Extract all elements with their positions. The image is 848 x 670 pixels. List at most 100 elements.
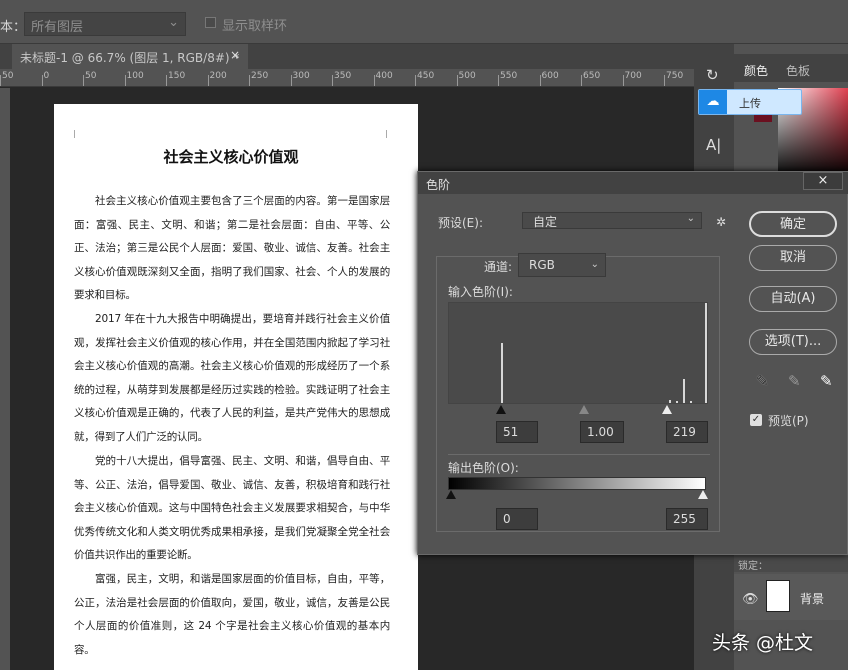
histogram-bar — [683, 379, 686, 403]
divider — [448, 454, 710, 455]
channel-label: 通道: — [484, 260, 513, 274]
ruler-tick — [249, 75, 250, 86]
input-gamma-slider[interactable] — [579, 405, 589, 414]
character-icon[interactable]: A| — [706, 136, 721, 154]
histogram-bar — [668, 400, 671, 403]
preset-value: 自定 — [533, 215, 558, 229]
ruler-tick — [456, 75, 458, 86]
cloud-icon: ☁ — [699, 90, 727, 114]
histogram-bar — [705, 303, 707, 403]
ruler-tick-label: 750 — [666, 71, 684, 81]
ruler-tick-label: 650 — [583, 71, 601, 81]
history-icon[interactable]: ↻ — [706, 66, 719, 84]
paragraph: 党的十八大提出，倡导富强、民主、文明、和谐，倡导自由、平等、公正、法治，倡导爱国… — [74, 455, 390, 562]
input-black-slider[interactable] — [496, 405, 506, 414]
ruler-tick-label: 250 — [251, 71, 269, 81]
output-black-slider[interactable] — [446, 490, 456, 499]
sample-label: 本： — [0, 20, 27, 35]
ruler-tick — [41, 75, 43, 86]
levels-dialog: 色阶 × 预设(E): 自定 ⌄ ✲ 通道: RGB ⌄ 输入色阶(I): 51 1… — [417, 171, 848, 555]
paragraph: 社会主义核心价值观主要包含了三个层面的内容。第一是国家层面：富强、民主、文明、和… — [74, 195, 390, 302]
ruler-tick — [207, 75, 209, 86]
ruler-tick-label: 200 — [209, 71, 227, 81]
visibility-eye-icon[interactable]: 👁 — [742, 592, 759, 607]
ruler-tick — [498, 75, 499, 86]
chevron-down-icon: ⌄ — [168, 15, 179, 30]
document-tab[interactable]: 未标题-1 @ 66.7% (图层 1, RGB/8#) * × — [12, 44, 248, 69]
gear-icon[interactable]: ✲ — [716, 215, 726, 229]
ruler-tick — [290, 75, 292, 86]
ruler-tick — [166, 75, 167, 86]
ruler-tick-label: 300 — [292, 71, 310, 81]
lock-label: 锁定： — [738, 561, 768, 572]
input-white-slider[interactable] — [662, 405, 672, 414]
preset-label: 预设(E): — [438, 216, 483, 230]
input-levels-label: 输入色阶(I): — [448, 285, 513, 299]
upload-button[interactable]: ☁ 上传 — [698, 89, 802, 115]
document-page: 社会主义核心价值观 社会主义核心价值观主要包含了三个层面的内容。第一是国家层面：… — [54, 104, 418, 670]
ruler-tick — [415, 75, 416, 86]
upload-label: 上传 — [739, 97, 761, 110]
ruler-tick-label: 100 — [126, 71, 144, 81]
auto-button[interactable]: 自动(A) — [749, 286, 837, 312]
ruler-tick-label: 450 — [417, 71, 435, 81]
ruler-tick — [373, 75, 375, 86]
paragraph: 2017 年在十九大报告中明确提出，要培育并践行社会主义价值观，发挥社会主义价值… — [74, 313, 390, 443]
preview-checkbox[interactable]: ✓ — [750, 414, 762, 426]
ruler-tick-label: 50 — [2, 71, 14, 81]
channel-value: RGB — [529, 258, 555, 272]
dialog-titlebar[interactable]: 色阶 — [418, 172, 848, 194]
ruler-tick — [332, 75, 333, 86]
ruler-tick — [664, 75, 665, 86]
tab-swatches[interactable]: 色板 — [786, 62, 810, 79]
ruler-tick — [581, 75, 582, 86]
output-levels-label: 输出色阶(O): — [448, 461, 519, 475]
preview-label: 预览(P) — [768, 414, 809, 428]
ruler-tick — [539, 75, 541, 86]
gray-eyedropper-icon[interactable]: ✎ — [788, 372, 801, 390]
cancel-button[interactable]: 取消 — [749, 245, 837, 271]
channel-select[interactable]: RGB ⌄ — [518, 253, 606, 277]
input-gamma-field[interactable]: 1.00 — [580, 421, 624, 443]
histogram-bar — [675, 401, 678, 403]
ok-button[interactable]: 确定 — [749, 211, 837, 237]
options-button[interactable]: 选项(T)... — [749, 329, 837, 355]
sample-layers-select[interactable]: 所有图层 ⌄ — [24, 12, 186, 36]
page-title: 社会主义核心价值观 — [163, 148, 299, 166]
ruler-tick — [0, 75, 1, 86]
close-icon[interactable]: × — [803, 172, 843, 190]
show-ring-checkbox[interactable] — [205, 17, 216, 28]
output-white-slider[interactable] — [698, 490, 708, 499]
histogram-bar — [500, 343, 503, 403]
layer-name: 背景 — [800, 592, 825, 606]
ruler-tick-label: 150 — [168, 71, 186, 81]
input-white-field[interactable]: 219 — [666, 421, 708, 443]
output-gradient — [448, 477, 706, 490]
output-black-field[interactable]: 0 — [496, 508, 538, 530]
dialog-title: 色阶 — [426, 178, 451, 192]
ruler-tick-label: 550 — [500, 71, 518, 81]
crop-mark — [74, 130, 75, 138]
close-icon[interactable]: × — [230, 48, 240, 62]
horizontal-ruler: 50 0 50 100 150 200 250 300 350 400 450 500 550 600 65… — [0, 69, 694, 87]
tab-color[interactable]: 颜色 — [744, 62, 768, 79]
black-eyedropper-icon[interactable]: ✎ — [756, 372, 769, 390]
preset-select[interactable]: 自定 ⌄ — [522, 212, 702, 229]
crop-mark — [386, 130, 387, 138]
paragraph: 富强，民主，文明，和谐是国家层面的价值目标，自由，平等，公正，法治是社会层面的价… — [74, 573, 390, 656]
ruler-tick-label: 700 — [624, 71, 642, 81]
ruler-tick-label: 0 — [43, 71, 50, 81]
layers-lock-bar: 锁定： — [734, 556, 848, 572]
input-black-field[interactable]: 51 — [496, 421, 538, 443]
white-eyedropper-icon[interactable]: ✎ — [820, 372, 833, 390]
ruler-tick-label: 50 — [85, 71, 97, 81]
ruler-tick-label: 350 — [334, 71, 352, 81]
ruler-tick-label: 600 — [541, 71, 559, 81]
output-white-field[interactable]: 255 — [666, 508, 708, 530]
ruler-tick — [124, 75, 126, 86]
histogram-bar — [690, 401, 693, 403]
document-tab-title: 未标题-1 @ 66.7% (图层 1, RGB/8#) * — [20, 51, 240, 65]
ruler-tick — [83, 75, 84, 86]
ruler-tick — [622, 75, 624, 86]
chevron-down-icon: ⌄ — [590, 259, 599, 270]
